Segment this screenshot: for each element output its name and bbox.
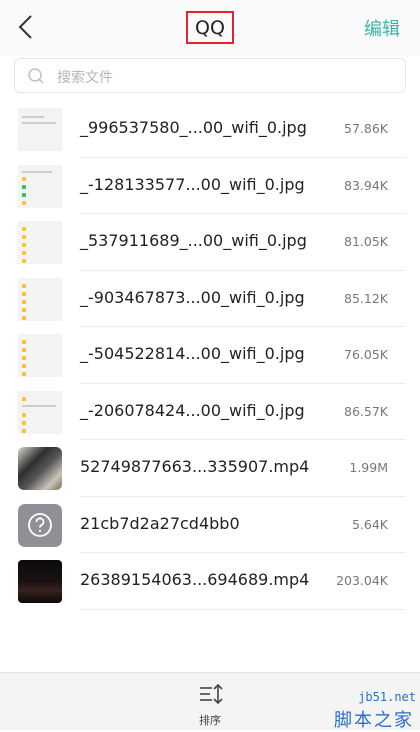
file-name: _-903467873...00_wifi_0.jpg [80, 287, 305, 307]
top-bar: QQ 编辑 [0, 0, 420, 55]
file-row[interactable]: _537911689_...00_wifi_0.jpg 81.05K [0, 214, 420, 271]
file-size: 83.94K [344, 177, 388, 193]
file-name: _-128133577...00_wifi_0.jpg [80, 174, 305, 194]
search-icon [28, 68, 44, 84]
bottom-toolbar: 排序 jb51.net 脚本之家 [0, 672, 420, 731]
watermark-brand: 脚本之家 [334, 710, 414, 731]
video-thumbnail [18, 560, 62, 603]
file-name: _-206078424...00_wifi_0.jpg [80, 400, 305, 420]
file-name: _996537580_...00_wifi_0.jpg [80, 118, 307, 137]
video-thumbnail [18, 447, 62, 490]
file-size: 76.05K [344, 347, 388, 362]
search-placeholder: 搜索文件 [57, 70, 113, 86]
watermark-site: jb51.net [358, 690, 416, 704]
file-name: 52749877663...335907.mp4 [80, 457, 310, 476]
file-row[interactable]: _-504522814...00_wifi_0.jpg 76.05K [0, 327, 420, 384]
file-size: 57.86K [344, 121, 388, 136]
file-thumbnail [18, 221, 62, 264]
search-input[interactable]: 搜索文件 [14, 58, 406, 93]
page-title: QQ [186, 11, 234, 44]
file-name: 26389154063...694689.mp4 [80, 570, 310, 589]
file-name: 21cb7d2a27cd4bb0 [80, 513, 240, 533]
file-size: 5.64K [351, 516, 388, 532]
file-row[interactable]: _-128133577...00_wifi_0.jpg 83.94K [0, 158, 420, 214]
file-size: 86.57K [344, 403, 388, 419]
file-row[interactable]: 52749877663...335907.mp4 1.99M [0, 440, 420, 497]
sort-label: 排序 [199, 714, 221, 727]
file-size: 81.05K [344, 234, 388, 249]
file-name: _-504522814...00_wifi_0.jpg [80, 344, 305, 363]
file-size: 203.04K [336, 573, 388, 588]
file-thumbnail [18, 334, 62, 377]
file-thumbnail [18, 108, 62, 151]
file-size: 1.99M [349, 460, 388, 475]
sort-icon [200, 683, 223, 705]
file-thumbnail [18, 390, 62, 434]
watermark: jb51.net 脚本之家 [280, 672, 420, 731]
file-row[interactable]: 21cb7d2a27cd4bb0 5.64K [0, 497, 420, 553]
file-size: 85.12K [344, 290, 388, 306]
back-arrow-icon[interactable] [14, 13, 38, 41]
file-row[interactable]: _-206078424...00_wifi_0.jpg 86.57K [0, 384, 420, 440]
file-list: _996537580_...00_wifi_0.jpg 57.86K _-128… [0, 101, 420, 610]
edit-button[interactable]: 编辑 [364, 15, 400, 41]
file-thumbnail [18, 164, 62, 208]
file-thumbnail [18, 277, 62, 321]
file-row[interactable]: _-903467873...00_wifi_0.jpg 85.12K [0, 271, 420, 327]
unknown-file-icon [18, 503, 62, 547]
file-row[interactable]: 26389154063...694689.mp4 203.04K [0, 553, 420, 610]
sort-button[interactable]: 排序 [190, 681, 230, 727]
file-row[interactable]: _996537580_...00_wifi_0.jpg 57.86K [0, 101, 420, 158]
question-mark-icon [28, 513, 52, 537]
file-name: _537911689_...00_wifi_0.jpg [80, 231, 307, 250]
